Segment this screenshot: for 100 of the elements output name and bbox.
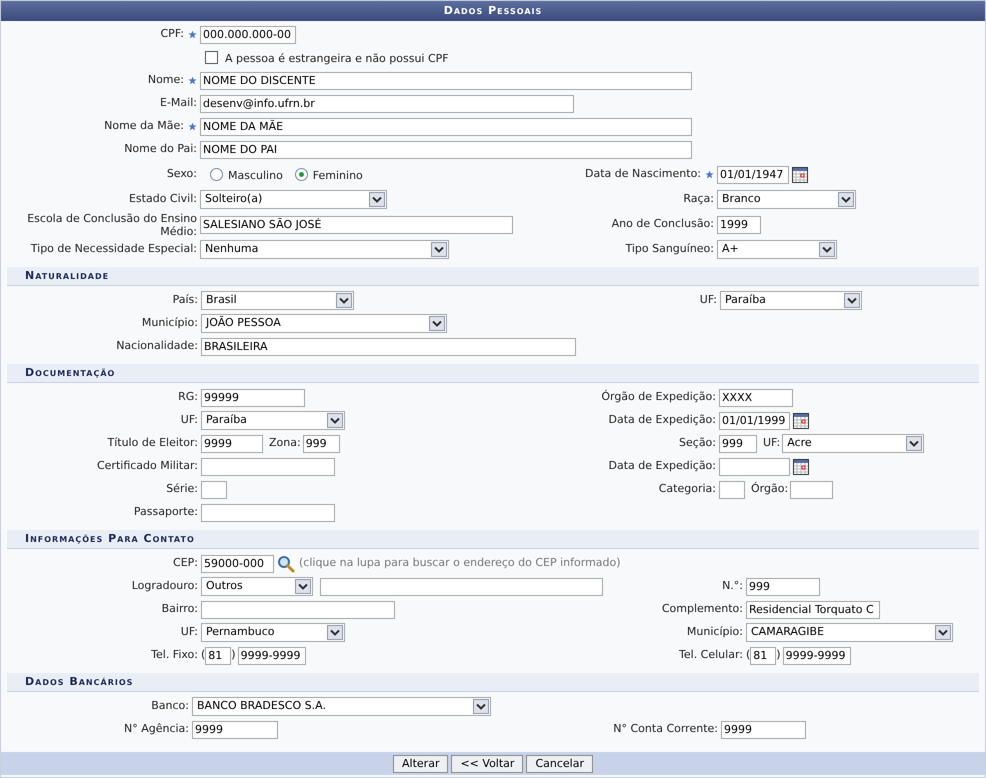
text-field[interactable]: NOME DO PAI (200, 140, 692, 158)
calendar-icon[interactable] (793, 458, 809, 474)
text-field[interactable]: 1999 (717, 216, 761, 234)
paren-label: ) (231, 647, 236, 664)
text-field[interactable]: 9999 (192, 720, 278, 738)
text-field[interactable] (201, 480, 227, 498)
field-label: Tipo de Necessidade Especial: (30, 241, 197, 258)
dropdown[interactable]: JOÃO PESSOA (201, 314, 447, 333)
dropdown[interactable]: Paraíba (720, 291, 862, 310)
field-label: RG: (178, 389, 198, 406)
text-field[interactable] (201, 458, 335, 476)
text-field[interactable]: 9999-9999 (238, 646, 306, 664)
radio-label: Feminino (312, 168, 363, 184)
dropdown[interactable]: Paraíba (201, 411, 345, 430)
field-label: Nacionalidade: (116, 338, 198, 354)
field-label: Título de Eleitor: (108, 435, 198, 452)
field-label: UF: (180, 624, 198, 640)
text-field[interactable]: 01/01/1999 (719, 412, 790, 430)
paren-label: ( (746, 647, 750, 664)
checkbox[interactable] (205, 51, 218, 64)
text-field[interactable]: 99999 (201, 388, 305, 406)
text-field[interactable]: 81 (205, 646, 232, 664)
field-label: Complemento: (662, 601, 743, 618)
text-field[interactable]: BRASILEIRA (201, 338, 576, 356)
field-label: País: (172, 292, 198, 308)
radio-button[interactable] (294, 168, 308, 181)
field-label: Tipo Sanguíneo: (625, 241, 714, 258)
text-field[interactable]: NOME DO DISCENTE (200, 72, 692, 90)
field-label: Órgão: (751, 481, 788, 498)
field-label: Série: (166, 481, 198, 498)
dropdown[interactable]: Outros (201, 577, 313, 596)
dropdown[interactable]: Nenhuma (200, 240, 449, 259)
field-label: Certificado Militar: (96, 458, 198, 474)
dropdown[interactable]: Acre (782, 434, 924, 453)
field-label: Sexo: (166, 166, 197, 182)
field-label: Escola de Conclusão do Ensino Médio: (26, 212, 197, 238)
field-label: Órgão de Expedição: (601, 389, 716, 406)
text-field[interactable]: desenv@info.ufrn.br (200, 94, 574, 112)
calendar-icon[interactable] (793, 412, 809, 428)
field-label: N° Agência: (124, 721, 189, 738)
text-field[interactable]: XXXX (719, 388, 793, 406)
form-button[interactable]: << Voltar (451, 754, 524, 772)
section-header: Documentação (7, 364, 979, 383)
field-label: Data de Expedição: (608, 458, 716, 474)
text-field[interactable] (719, 458, 790, 476)
field-label: Tel. Celular: (679, 647, 743, 664)
section-header: Naturalidade (7, 267, 979, 286)
dropdown[interactable]: A+ (717, 240, 837, 259)
field-label: Data de Nascimento: (584, 166, 701, 182)
text-field[interactable]: Residencial Torquato C (746, 600, 880, 618)
text-field[interactable] (719, 480, 745, 498)
field-label: Passaporte: (134, 504, 198, 520)
text-field[interactable]: 999 (302, 434, 340, 452)
field-label: UF: (763, 435, 780, 452)
text-field[interactable] (201, 600, 395, 618)
field-label: UF: (180, 412, 198, 428)
text-field[interactable]: 9999 (721, 720, 806, 738)
field-label: E-Mail: (160, 95, 197, 112)
text-field[interactable] (201, 504, 335, 522)
field-label: N.°: (722, 578, 743, 594)
text-field[interactable]: 59000-000 (201, 554, 274, 572)
dropdown[interactable]: CAMARAGIBE (746, 623, 953, 642)
dropdown[interactable]: Pernambuco (201, 623, 345, 642)
text-field[interactable] (790, 480, 834, 498)
dropdown[interactable]: BANCO BRADESCO S.A. (192, 697, 491, 716)
field-label: Ano de Conclusão: (612, 216, 714, 232)
radio-button[interactable] (210, 168, 223, 181)
form-button[interactable]: Alterar (393, 754, 448, 772)
panel-title: Dados Pessoais (444, 2, 542, 19)
field-label: CPF: (160, 26, 184, 42)
field-label: Nome da Mãe: (104, 118, 184, 134)
field-label: Estado Civil: (128, 191, 197, 208)
text-field[interactable]: 999 (746, 578, 820, 596)
field-label: Logradouro: (132, 578, 198, 594)
field-label: Município: (686, 624, 743, 640)
field-label: Nome: (148, 72, 184, 88)
hint-text: (clique na lupa para buscar o endereço do CEP informado) (299, 555, 621, 572)
text-field[interactable]: 9999-9999 (782, 646, 851, 664)
paren-label: ( (201, 647, 206, 664)
section-header: Informações Para Contato (7, 530, 979, 549)
field-label: Bairro: (162, 601, 198, 618)
text-field[interactable]: SALESIANO SÃO JOSÉ (200, 216, 513, 234)
text-field[interactable]: 9999 (201, 434, 263, 452)
text-field[interactable]: NOME DA MÃE (200, 118, 692, 136)
text-field[interactable]: 01/01/1947 (717, 166, 789, 184)
text-field[interactable]: 999 (719, 434, 757, 452)
field-label: Raça: (683, 191, 714, 208)
dropdown[interactable]: Solteiro(a) (200, 190, 387, 209)
form-button[interactable]: Cancelar (526, 754, 593, 772)
calendar-icon[interactable] (792, 166, 808, 182)
field-label: Tel. Fixo: (151, 647, 198, 664)
text-field[interactable] (320, 578, 603, 596)
checkbox-label: A pessoa é estrangeira e não possui CPF (225, 51, 449, 68)
dropdown[interactable]: Brasil (201, 291, 354, 310)
field-label: CEP: (173, 555, 198, 572)
search-icon[interactable] (277, 554, 295, 572)
radio-label: Masculino (228, 168, 283, 184)
text-field[interactable]: 000.000.000-00 (200, 26, 296, 44)
dropdown[interactable]: Branco (717, 190, 856, 209)
text-field[interactable]: 81 (750, 646, 776, 664)
